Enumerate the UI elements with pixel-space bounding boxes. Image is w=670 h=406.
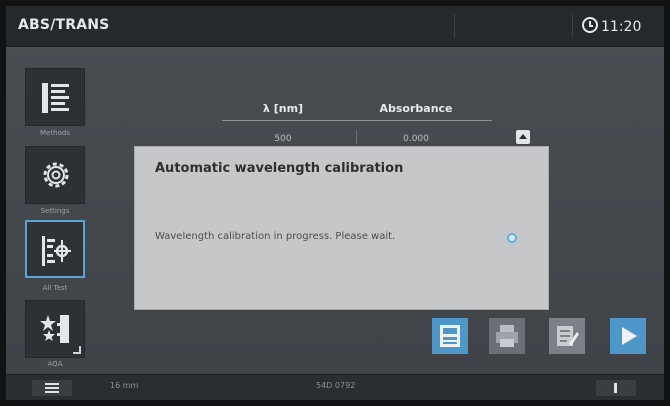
- table-header-underline: [222, 120, 492, 121]
- edit-notes-icon: [557, 326, 579, 346]
- sidebar-item-aqa[interactable]: [25, 300, 85, 358]
- status-bar: 16 mm 54D 0792: [6, 374, 664, 400]
- progress-spinner-icon: [507, 233, 517, 243]
- instrument-screen: ABS/TRANS 11:20 Methods Settings All Tes…: [6, 6, 664, 400]
- stars-icon: [40, 315, 69, 343]
- print-button[interactable]: [489, 318, 525, 354]
- sidebar-item-methods[interactable]: [25, 68, 85, 126]
- serial-number: 54D 0792: [316, 381, 356, 390]
- clock-icon: [582, 17, 598, 33]
- title-separator: [572, 14, 573, 38]
- sidebar-label-all-test: All Test: [42, 284, 68, 292]
- sidebar-label-settings: Settings: [40, 207, 70, 215]
- scroll-up-button[interactable]: [516, 130, 530, 144]
- methods-list-icon: [42, 83, 69, 113]
- print-icon: [496, 325, 518, 347]
- menu-button[interactable]: [32, 380, 72, 396]
- start-measurement-button[interactable]: [610, 318, 646, 354]
- info-icon: [614, 383, 617, 393]
- table-cell-wavelength: 500: [274, 134, 292, 144]
- dialog-title: Automatic wavelength calibration: [155, 161, 404, 176]
- dialog-message: Wavelength calibration in progress. Plea…: [155, 231, 396, 242]
- title-bar: ABS/TRANS 11:20: [6, 6, 664, 47]
- edit-button[interactable]: [549, 318, 585, 354]
- expand-corner-icon: [73, 346, 81, 354]
- sidebar-label-aqa: AQA: [47, 360, 63, 368]
- hamburger-icon: [45, 383, 59, 385]
- column-divider: [356, 130, 357, 144]
- sidebar-item-settings[interactable]: [25, 146, 85, 204]
- clock: 11:20: [582, 17, 641, 35]
- wavelength-calibration-icon: [42, 236, 71, 266]
- save-icon: [440, 325, 460, 347]
- sidebar-item-all-test[interactable]: [25, 220, 85, 278]
- clock-time: 11:20: [601, 19, 642, 35]
- play-icon: [622, 327, 637, 345]
- table-cell-absorbance: 0.000: [403, 134, 429, 144]
- gear-icon: [43, 162, 69, 188]
- column-header-wavelength: λ [nm]: [262, 102, 304, 115]
- info-button[interactable]: [596, 380, 636, 396]
- cuvette-size: 16 mm: [110, 381, 139, 390]
- column-header-absorbance: Absorbance: [379, 102, 453, 115]
- calibration-dialog: Automatic wavelength calibration Wavelen…: [134, 146, 549, 310]
- app-title: ABS/TRANS: [18, 17, 110, 33]
- save-button[interactable]: [432, 318, 468, 354]
- sidebar-label-methods: Methods: [40, 129, 70, 137]
- title-separator: [454, 14, 455, 38]
